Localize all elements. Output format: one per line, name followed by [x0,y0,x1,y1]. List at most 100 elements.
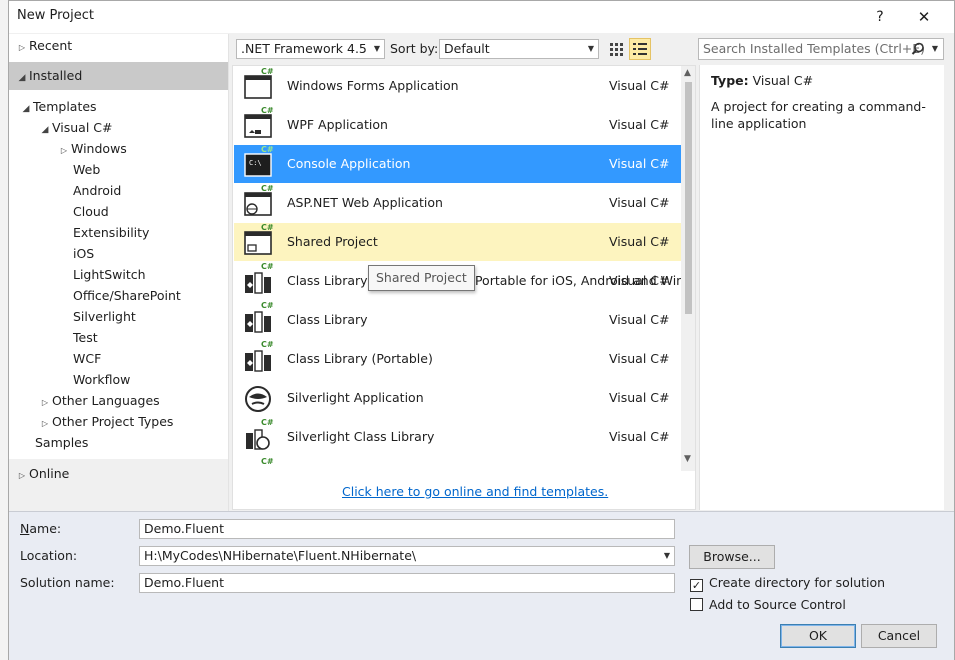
tree-item-android[interactable]: Android [73,181,121,201]
location-label: Location: [20,548,78,563]
template-language: Visual C# [609,273,670,288]
csharp-badge-icon: C# [261,418,274,427]
project-settings-form: Name: Demo.Fluent Location: H:\MyCodes\N… [9,511,954,660]
template-item[interactable]: C# WPF Application Visual C# [234,106,681,144]
template-name: Shared Project [287,234,378,249]
tree-item-installed[interactable]: ◢ Installed [15,66,83,88]
tree-item-online[interactable]: ▷ Online [15,464,69,484]
tree-item-extensibility[interactable]: Extensibility [73,223,149,243]
ok-button[interactable]: OK [780,624,856,648]
expand-arrow-icon[interactable]: ▷ [57,141,71,161]
tree-item-office-sharepoint[interactable]: Office/SharePoint [73,286,181,306]
csharp-badge-icon: C# [261,301,274,310]
tree-item-web[interactable]: Web [73,160,100,180]
name-label: Name: [20,521,62,536]
dialog-title: New Project [17,8,94,23]
tree-item-templates[interactable]: ◢ Templates [19,97,97,117]
collapse-arrow-icon[interactable]: ◢ [38,120,52,140]
template-item[interactable]: C# ASP.NET Web Application Visual C# [234,184,681,222]
template-name: Class Library (Portable) [287,351,433,366]
windows-forms-icon: C# [243,67,274,102]
chevron-down-icon[interactable]: ▼ [664,547,670,565]
class-library-icon: C# [243,340,274,375]
close-button[interactable]: ✕ [911,6,937,28]
tree-item-wcf[interactable]: WCF [73,349,101,369]
csharp-badge-icon: C# [261,223,274,232]
tree-item-workflow[interactable]: Workflow [73,370,130,390]
class-library-icon: C# [243,457,274,471]
tree-item-other-project-types[interactable]: ▷ Other Project Types [38,412,174,434]
solution-name-input[interactable]: Demo.Fluent [139,573,675,593]
cancel-button[interactable]: Cancel [861,624,937,648]
tree-item-lightswitch[interactable]: LightSwitch [73,265,146,285]
template-name: ASP.NET Web Application [287,195,443,210]
template-language: Visual C# [609,234,670,249]
title-bar: New Project ? ✕ [9,1,954,33]
tree-item-windows[interactable]: ▷ Windows [57,139,127,159]
csharp-badge-icon: C# [261,457,274,466]
search-icon[interactable] [911,42,925,62]
template-item[interactable]: C# Windows Forms Application Visual C# [234,67,681,105]
template-item-hovered[interactable]: C# Shared Project Visual C# [234,223,681,261]
template-item-selected[interactable]: C:\ C# Console Application Visual C# [234,145,681,183]
template-item[interactable]: C# Class Library (Portable) Visual C# [234,340,681,378]
chevron-down-icon: ▼ [373,44,380,53]
search-templates-input[interactable]: Search Installed Templates (Ctrl+E) ▼ [698,38,944,60]
browse-button[interactable]: Browse... [689,545,775,569]
template-language: Visual C# [609,390,670,405]
class-library-icon: C# [243,301,274,336]
expand-arrow-icon[interactable]: ▷ [15,466,29,486]
template-item-partial[interactable]: C# [234,457,681,471]
silverlight-library-icon: C# [243,418,274,453]
framework-dropdown[interactable]: .NET Framework 4.5 ▼ [236,39,385,59]
tree-item-silverlight[interactable]: Silverlight [73,307,136,327]
template-name: Class Library [287,312,368,327]
add-source-control-checkbox[interactable]: Add to Source Control [690,597,846,612]
scroll-up-icon[interactable]: ▲ [684,68,691,78]
scroll-down-icon[interactable]: ▼ [684,454,691,464]
wpf-icon: C# [243,106,274,141]
tree-item-samples[interactable]: Samples [35,433,88,453]
list-view-icon[interactable] [629,38,651,60]
expand-arrow-icon[interactable]: ▷ [38,393,52,413]
template-item[interactable]: C# Silverlight Class Library Visual C# [234,418,681,456]
collapse-arrow-icon[interactable]: ◢ [15,68,29,88]
template-language: Visual C# [609,195,670,210]
chevron-down-icon[interactable]: ▼ [932,39,938,59]
tree-item-other-languages[interactable]: ▷ Other Languages [38,391,160,411]
tree-item-recent[interactable]: ▷ Recent [15,36,72,56]
template-item[interactable]: C# Class Library Visual C# [234,301,681,339]
template-type: Type: Visual C# [711,73,814,88]
find-templates-online-link[interactable]: Click here to go online and find templat… [342,484,608,499]
expand-arrow-icon[interactable]: ▷ [15,38,29,58]
empty-checkbox-icon[interactable] [690,598,703,611]
tree-item-cloud[interactable]: Cloud [73,202,109,222]
tree-item-visual-csharp[interactable]: ◢ Visual C# [38,118,113,138]
template-item[interactable]: Silverlight Application Visual C# [234,379,681,417]
svg-text:C:\: C:\ [249,159,262,167]
class-library-icon: C# [243,262,274,297]
create-directory-checkbox[interactable]: ✓ Create directory for solution [690,575,885,592]
help-button[interactable]: ? [867,6,893,28]
checkmark-icon[interactable]: ✓ [690,579,703,592]
sort-by-dropdown[interactable]: Default ▼ [439,39,599,59]
location-input[interactable]: H:\MyCodes\NHibernate\Fluent.NHibernate\… [139,546,675,566]
template-details-pane: Type: Visual C# A project for creating a… [699,65,944,510]
template-name: Silverlight Application [287,390,424,405]
tree-item-test[interactable]: Test [73,328,98,348]
templates-scrollbar[interactable]: ▲ ▼ [681,66,695,471]
template-language: Visual C# [609,117,670,132]
chevron-down-icon: ▼ [587,44,594,53]
scrollbar-thumb[interactable] [685,82,692,314]
template-language: Visual C# [609,351,670,366]
template-name: Windows Forms Application [287,78,459,93]
silverlight-icon [243,382,273,414]
expand-arrow-icon[interactable]: ▷ [38,414,52,434]
template-language: Visual C# [609,312,670,327]
csharp-badge-icon: C# [261,145,274,154]
collapse-arrow-icon[interactable]: ◢ [19,99,33,119]
grid-view-icon[interactable] [606,39,626,59]
project-name-input[interactable]: Demo.Fluent [139,519,675,539]
csharp-badge-icon: C# [261,340,274,349]
tree-item-ios[interactable]: iOS [73,244,94,264]
